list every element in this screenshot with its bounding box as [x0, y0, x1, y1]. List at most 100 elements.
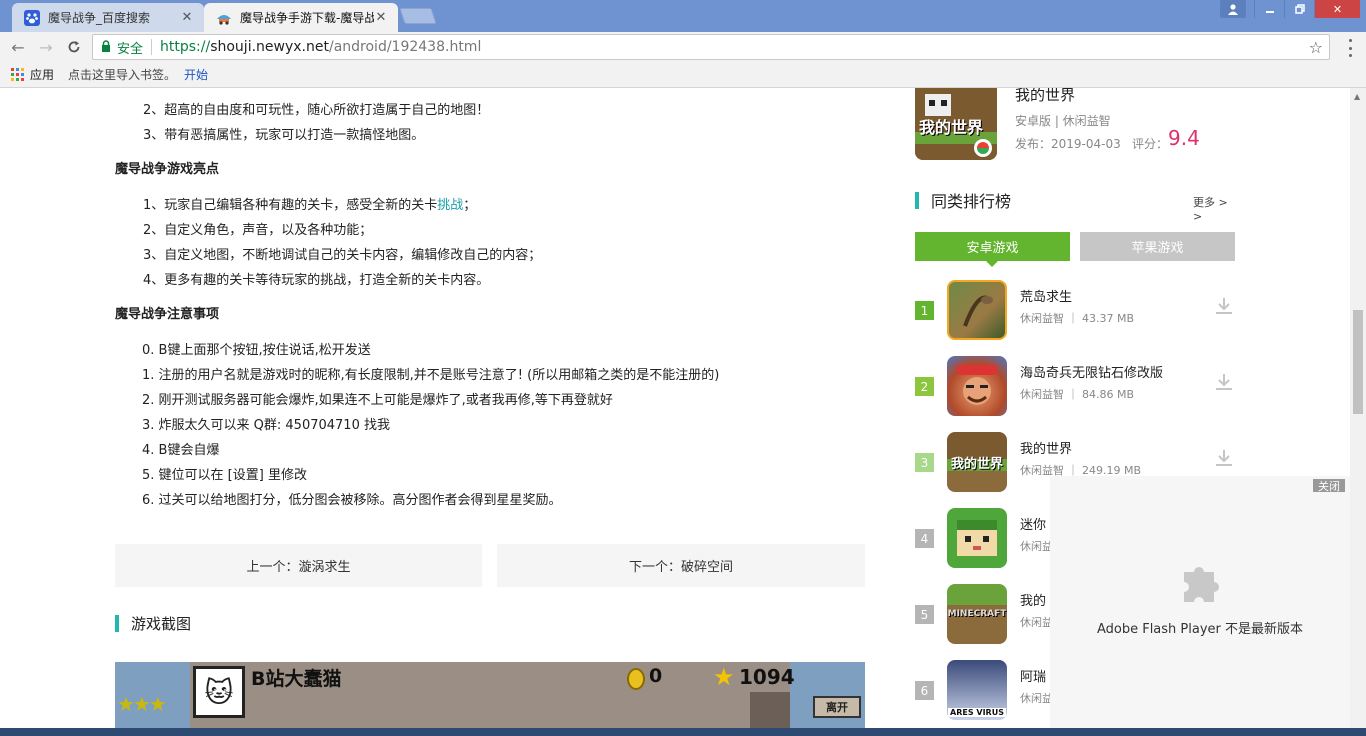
scroll-up-icon[interactable]: ▲ [1354, 92, 1360, 101]
url-host: shouji.newyx.net [210, 39, 329, 55]
ranking-more-link[interactable]: 更多 > > [1193, 194, 1235, 223]
flash-close-button[interactable]: 关闭 [1313, 479, 1345, 493]
bookmark-import-hint: 点击这里导入书签。 [68, 68, 177, 82]
secure-label: 安全 [117, 41, 144, 57]
restore-icon[interactable] [1284, 0, 1314, 18]
bookmarks-bar: 应用 点击这里导入书签。 开始 [0, 62, 1366, 88]
tab-apple-games[interactable]: 苹果游戏 [1080, 232, 1235, 261]
rank-meta: 休闲益智 ｜ 43.37 MB [1020, 312, 1135, 325]
leave-button: 离开 [813, 696, 861, 718]
tab-baidu-search[interactable]: 魔导战争_百度搜索 ✕ [12, 3, 204, 32]
tab-title: 魔导战争_百度搜索 [48, 11, 151, 25]
featured-score-label: 评分： [1132, 137, 1169, 151]
player-name: B站大蠢猫 [251, 668, 342, 690]
rank-number: 5 [915, 605, 934, 624]
bookmark-start-link[interactable]: 开始 [184, 66, 208, 83]
back-arrow-icon[interactable]: ← [8, 37, 28, 57]
highlights-heading: 魔导战争游戏亮点 [115, 162, 220, 177]
featured-score: 9.4 [1168, 126, 1200, 150]
minecraft-classic-icon: MINECRAFT [947, 584, 1007, 644]
tab-android-games[interactable]: 安卓游戏 [915, 232, 1070, 267]
url-scheme: https:// [160, 39, 211, 55]
window-close-icon[interactable]: ✕ [1314, 0, 1360, 18]
highlight-item: 1、玩家自己编辑各种有趣的关卡，感受全新的关卡挑战； [143, 198, 477, 213]
rank-name[interactable]: 迷你 [1020, 514, 1046, 533]
note-item: 0. B键上面那个按钮,按住说话,松开发送 [142, 343, 371, 358]
rank-number: 1 [915, 301, 934, 320]
window-controls: ✕ [1220, 0, 1360, 18]
download-icon[interactable] [1213, 295, 1235, 317]
note-item: 6. 过关可以给地图打分，低分图会被移除。高分图作者会得到星星奖励。 [142, 493, 562, 508]
note-item: 4. B键会自爆 [142, 443, 220, 458]
coin-icon [627, 668, 645, 690]
rank-number: 4 [915, 529, 934, 548]
ranking-heading: 同类排行榜 [915, 188, 1011, 212]
level-stars-icon: ★★★ [117, 692, 167, 716]
challenge-link[interactable]: 挑战 [437, 198, 463, 213]
scrollbar-thumb[interactable] [1353, 310, 1363, 414]
minimize-icon[interactable] [1254, 0, 1284, 18]
tab-close-icon[interactable]: ✕ [374, 10, 388, 25]
intro-item: 2、超高的自由度和可玩性，随心所欲打造属于自己的地图！ [143, 103, 490, 118]
island-survival-icon [947, 280, 1007, 340]
star-icon: ★ [713, 663, 735, 691]
rank-name[interactable]: 海岛奇兵无限钻石修改版 [1020, 362, 1163, 381]
notes-heading: 魔导战争注意事项 [115, 307, 220, 322]
rank-name[interactable]: 我的世界 [1020, 438, 1072, 457]
game-screenshot[interactable]: ★★★ 🐱 B站大蠢猫 0 ★ 1094 离开 [115, 662, 865, 728]
rank-name[interactable]: 我的 [1020, 590, 1046, 609]
featured-title[interactable]: 我的世界 [1015, 88, 1075, 105]
minecraft-app-icon: 我的世界 [947, 432, 1007, 492]
rank-number: 6 [915, 681, 934, 700]
bookmark-star-icon[interactable]: ☆ [1309, 38, 1323, 57]
featured-date: 发布：2019-04-03 [1015, 137, 1121, 151]
intro-item: 3、带有恶搞属性，玩家可以打造一款搞怪地图。 [143, 128, 425, 143]
rank-number: 2 [915, 377, 934, 396]
baidu-paw-icon [24, 9, 40, 26]
os-taskbar [0, 728, 1366, 736]
star-count: 1094 [739, 665, 795, 689]
profile-icon[interactable] [1220, 0, 1246, 18]
rank-number: 3 [915, 453, 934, 472]
mini-world-icon [947, 508, 1007, 568]
browser-toolbar: ← → 安全 https:// shouji.newyx.net /androi… [0, 32, 1366, 62]
minecraft-icon-label: 我的世界 [919, 118, 984, 137]
prev-article-link[interactable]: 上一个：漩涡求生 [115, 544, 482, 587]
note-item: 2. 刚开测试服务器可能会爆炸,如果连不上可能是爆炸了,或者我再修,等下再登就好 [142, 393, 613, 408]
address-bar[interactable]: 安全 https:// shouji.newyx.net /android/19… [92, 34, 1330, 60]
bookmark-apps[interactable]: 应用 [30, 66, 54, 83]
tab-close-icon[interactable]: ✕ [180, 10, 194, 25]
tab-newyx-page[interactable]: 魔导战争手游下载-魔导战 ✕ [204, 3, 398, 32]
new-tab-button[interactable] [399, 8, 437, 24]
window-titlebar: 魔导战争_百度搜索 ✕ 魔导战争手游下载-魔导战 ✕ ✕ [0, 0, 1366, 32]
rank-meta: 休闲益 [1020, 616, 1053, 629]
featured-meta: 安卓版 | 休闲益智 [1015, 114, 1111, 128]
boom-beach-icon [947, 356, 1007, 416]
rank-name[interactable]: 荒岛求生 [1020, 286, 1072, 305]
screenshots-heading: 游戏截图 [115, 612, 191, 634]
coin-count: 0 [649, 665, 663, 687]
download-icon[interactable] [1213, 371, 1235, 393]
rank-meta: 休闲益智 ｜ 84.86 MB [1020, 388, 1135, 401]
flash-outdated-message: Adobe Flash Player 不是最新版本 [1096, 622, 1304, 637]
highlight-item: 2、自定义角色，声音，以及各种功能； [143, 223, 373, 238]
rank-name[interactable]: 阿瑞 [1020, 666, 1046, 685]
rank-meta: 休闲益 [1020, 692, 1053, 705]
forward-arrow-icon[interactable]: → [36, 37, 56, 57]
ranking-item[interactable]: 1 荒岛求生 休闲益智 ｜ 43.37 MB [915, 280, 1235, 342]
flash-plugin-overlay[interactable]: Adobe Flash Player 不是最新版本 [1050, 476, 1350, 728]
ranking-item[interactable]: 2 海岛奇兵无限钻石修改版 休闲益智 ｜ 84.86 MB [915, 356, 1235, 418]
ares-virus-icon: ARES VIRUS [947, 660, 1007, 720]
lock-icon [101, 39, 111, 55]
minecraft-app-icon[interactable]: 我的世界 [915, 88, 997, 160]
browser-menu-icon[interactable] [1342, 39, 1358, 57]
apps-grid-icon[interactable] [11, 68, 24, 81]
tab-title: 魔导战争手游下载-魔导战 [240, 11, 374, 25]
player-avatar: 🐱 [193, 666, 245, 718]
newyx-favicon [216, 10, 232, 26]
download-icon[interactable] [1213, 447, 1235, 469]
reload-icon[interactable] [64, 37, 84, 57]
page-scrollbar[interactable]: ▲ [1350, 88, 1366, 728]
next-article-link[interactable]: 下一个：破碎空间 [497, 544, 865, 587]
highlight-item: 3、自定义地图，不断地调试自己的关卡内容，编辑修改自己的内容； [143, 248, 542, 263]
